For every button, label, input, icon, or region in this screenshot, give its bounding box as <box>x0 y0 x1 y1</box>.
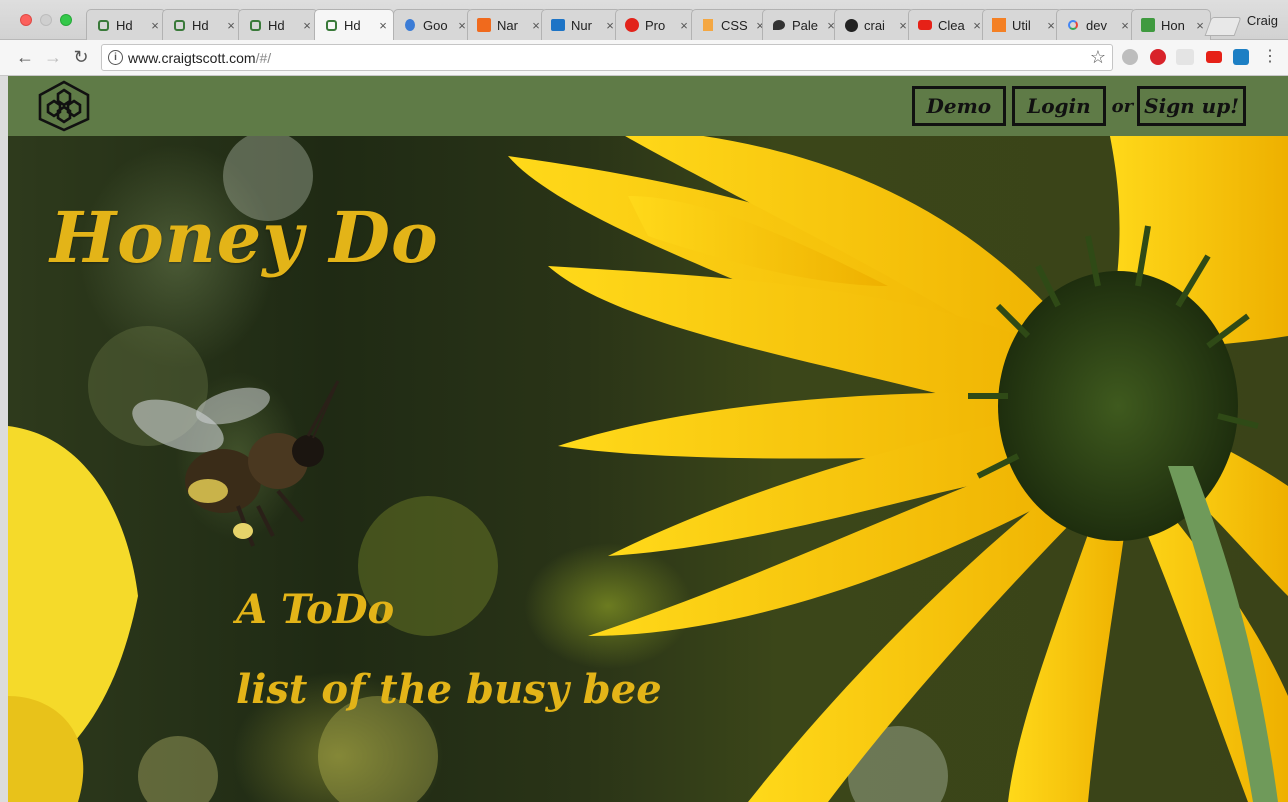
tab-close-icon[interactable]: × <box>1194 18 1206 33</box>
tab-close-icon[interactable]: × <box>225 18 237 33</box>
trello-icon <box>1140 17 1156 33</box>
tab-10[interactable]: Pale × <box>762 9 842 40</box>
tab-close-icon[interactable]: × <box>377 18 389 33</box>
youtube-icon <box>917 17 933 33</box>
hero-subtitle-line-2: list of the busy bee <box>236 666 662 713</box>
tab-1[interactable]: Hd × <box>86 9 166 40</box>
tab-label: Hd <box>268 17 285 33</box>
hero-subtitle-line-1: A ToDo <box>236 586 395 633</box>
tab-label: Hon <box>1161 17 1185 33</box>
page-viewport: Demo Login or Sign up! Honey Do A ToDo l… <box>8 76 1288 802</box>
menu-kebab-icon[interactable]: ⋮ <box>1259 46 1281 68</box>
tab-3[interactable]: Hd × <box>238 9 318 40</box>
info-icon[interactable]: i <box>108 50 123 65</box>
zoom-window-button[interactable] <box>60 14 72 26</box>
tab-label: Util <box>1012 17 1031 33</box>
opera-extension-icon[interactable] <box>1150 49 1166 65</box>
tab-close-icon[interactable]: × <box>301 18 313 33</box>
tab-label: Hd <box>192 17 209 33</box>
nav-or-text: or <box>1111 95 1134 117</box>
tab-11[interactable]: crai × <box>834 9 914 40</box>
tab-9[interactable]: CSS × <box>691 9 771 40</box>
url-path: /#/ <box>255 50 272 66</box>
bee-illustration <box>132 380 340 547</box>
tab-label: Hd <box>344 17 361 33</box>
hero-title: Honey Do <box>50 196 439 279</box>
palette-icon <box>771 17 787 33</box>
tab-label: Goo <box>423 17 448 33</box>
youtube-extension-icon[interactable] <box>1206 51 1222 63</box>
bookmark-star-icon[interactable]: ☆ <box>1090 47 1106 68</box>
stackoverflow-icon <box>991 17 1007 33</box>
back-arrow-icon[interactable]: ← <box>14 46 36 68</box>
honeycomb-icon <box>323 17 339 33</box>
tab-label: Nar <box>497 17 518 33</box>
site-header: Demo Login or Sign up! <box>8 76 1288 136</box>
new-tab-button[interactable] <box>1204 17 1242 36</box>
hero-banner: Honey Do A ToDo list of the busy bee <box>8 136 1288 802</box>
address-bar[interactable]: i www.craigtscott.com/#/ ☆ <box>101 44 1113 71</box>
tab-close-icon[interactable]: × <box>1119 18 1131 33</box>
blue-drop-icon <box>402 17 418 33</box>
tab-4[interactable]: Hd × <box>314 9 394 40</box>
tab-8[interactable]: Pro × <box>615 9 695 40</box>
url-host: www.craigtscott.com <box>128 50 256 66</box>
tab-13[interactable]: Util × <box>982 9 1062 40</box>
honeycomb-icon <box>95 17 111 33</box>
tab-7[interactable]: Nur × <box>541 9 621 40</box>
tab-label: Nur <box>571 17 592 33</box>
reload-icon[interactable]: ↻ <box>70 46 92 68</box>
tab-list: Hd × Hd × Hd × Hd × Goo × Nar × Nur × Pro × CSS × Pale × cra… <box>86 9 1216 40</box>
tab-label: Hd <box>116 17 133 33</box>
close-window-button[interactable] <box>20 14 32 26</box>
browser-tab-strip: Hd × Hd × Hd × Hd × Goo × Nar × Nur × Pro × CSS × Pale × cra… <box>0 0 1288 40</box>
demo-button[interactable]: Demo <box>911 86 1007 126</box>
blue-camera-icon <box>550 17 566 33</box>
forward-arrow-icon[interactable]: → <box>42 46 64 68</box>
site-nav-links: Demo Login or Sign up! <box>911 86 1246 126</box>
tab-label: Pale <box>792 17 819 33</box>
tab-6[interactable]: Nar × <box>467 9 547 40</box>
url-text[interactable]: www.craigtscott.com/#/ <box>128 50 271 66</box>
orange-chart-icon <box>476 17 492 33</box>
tab-15[interactable]: Hon × <box>1131 9 1211 40</box>
tab-label: dev <box>1086 17 1107 33</box>
minimize-window-button[interactable] <box>40 14 52 26</box>
tab-close-icon[interactable]: × <box>149 18 161 33</box>
tab-5[interactable]: Goo × <box>393 9 473 40</box>
github-icon <box>843 17 859 33</box>
tab-label: Clea <box>938 17 965 33</box>
tab-14[interactable]: dev × <box>1056 9 1136 40</box>
login-button[interactable]: Login <box>1012 86 1106 126</box>
tab-label: crai <box>864 17 885 33</box>
signup-button[interactable]: Sign up! <box>1137 86 1246 126</box>
faded-extension-icon[interactable] <box>1176 49 1194 65</box>
tab-label: Pro <box>645 17 666 33</box>
browser-toolbar: ← → ↻ i www.craigtscott.com/#/ ☆ ⋮ <box>0 40 1288 76</box>
stack-icon <box>700 17 716 33</box>
honeycomb-icon <box>171 17 187 33</box>
tab-2[interactable]: Hd × <box>162 9 242 40</box>
honeycomb-icon <box>247 17 263 33</box>
tab-label: CSS <box>721 17 748 33</box>
profile-name[interactable]: Craig <box>1247 13 1278 28</box>
google-icon <box>1065 17 1081 33</box>
honeycomb-logo-icon[interactable] <box>36 80 92 132</box>
cloud-extension-icon[interactable] <box>1122 49 1138 65</box>
tab-12[interactable]: Clea × <box>908 9 988 40</box>
tab-close-icon[interactable]: × <box>678 18 690 33</box>
s-extension-icon[interactable] <box>1233 49 1249 65</box>
red-a-icon <box>624 17 640 33</box>
